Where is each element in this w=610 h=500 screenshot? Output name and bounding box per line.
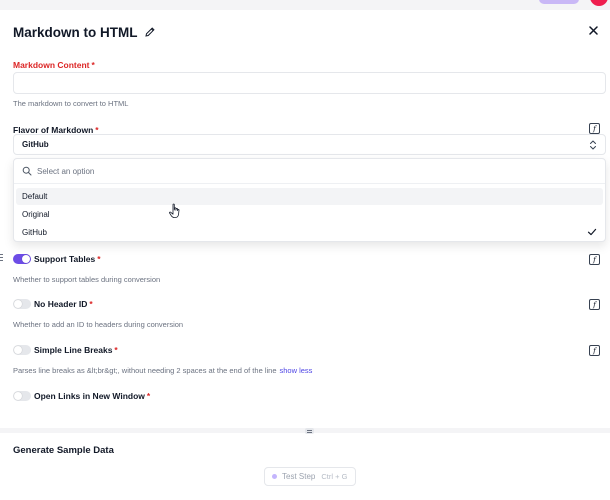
simple-line-breaks-formula-icon[interactable]: f [589, 345, 600, 356]
side-drag-handle[interactable] [0, 254, 3, 261]
no-header-id-row: No Header ID * [13, 297, 93, 311]
dropdown-search-input[interactable] [37, 166, 577, 176]
test-step-button[interactable]: Test Step Ctrl + G [264, 467, 356, 486]
close-icon[interactable] [586, 23, 600, 37]
top-action-button[interactable] [539, 0, 579, 4]
option-label: Original [22, 210, 50, 219]
support-tables-formula-icon[interactable]: f [589, 254, 600, 265]
flavor-select[interactable]: GitHub [13, 134, 606, 155]
open-links-row: Open Links in New Window * [13, 389, 150, 403]
pencil-icon[interactable] [144, 26, 156, 38]
support-tables-row: Support Tables * [13, 252, 101, 266]
panel-header: Markdown to HTML [13, 22, 600, 42]
avatar[interactable] [590, 0, 608, 6]
sample-data-title: Generate Sample Data [13, 445, 114, 456]
option-label: Default [22, 192, 48, 201]
dropdown-search [14, 159, 605, 184]
markdown-content-input[interactable] [13, 72, 606, 94]
test-step-shortcut: Ctrl + G [321, 472, 348, 481]
top-bar [0, 0, 610, 10]
no-header-id-help: Whether to add an ID to headers during c… [13, 320, 184, 329]
panel-resize-handle[interactable] [305, 428, 314, 434]
open-links-toggle[interactable] [13, 391, 31, 401]
status-dot-icon [272, 474, 277, 479]
open-links-label: Open Links in New Window * [34, 391, 151, 401]
option-label: GitHub [22, 228, 47, 237]
dropdown-option-github[interactable]: GitHub [16, 224, 603, 241]
check-icon [587, 227, 597, 237]
simple-line-breaks-help: Parses line breaks as &lt;br&gt;, withou… [13, 366, 312, 375]
support-tables-label: Support Tables * [34, 254, 101, 264]
sample-data-panel: Generate Sample Data Test Step Ctrl + G [0, 433, 610, 500]
chevron-up-down-icon [588, 139, 598, 151]
hand-pointer-icon [168, 203, 182, 219]
test-step-label: Test Step [282, 472, 316, 481]
support-tables-help: Whether to support tables during convers… [13, 275, 161, 284]
simple-line-breaks-row: Simple Line Breaks * [13, 343, 118, 357]
flavor-dropdown: Default Original GitHub [13, 158, 606, 242]
search-icon [22, 166, 32, 176]
flavor-selected-value: GitHub [22, 140, 49, 149]
support-tables-toggle[interactable] [13, 254, 31, 264]
flavor-formula-icon[interactable]: f [589, 123, 600, 134]
simple-line-breaks-toggle[interactable] [13, 345, 31, 355]
simple-line-breaks-help-text: Parses line breaks as &lt;br&gt;, withou… [13, 366, 277, 375]
dropdown-option-original[interactable]: Original [16, 206, 603, 223]
show-less-link[interactable]: show less [280, 366, 313, 375]
no-header-id-toggle[interactable] [13, 299, 31, 309]
markdown-content-label: Markdown Content * [13, 60, 95, 70]
no-header-id-label: No Header ID * [34, 299, 93, 309]
markdown-content-help: The markdown to convert to HTML [13, 99, 129, 108]
no-header-id-formula-icon[interactable]: f [589, 299, 600, 310]
panel-title: Markdown to HTML [13, 24, 138, 40]
simple-line-breaks-label: Simple Line Breaks * [34, 345, 118, 355]
dropdown-option-default[interactable]: Default [16, 188, 603, 205]
